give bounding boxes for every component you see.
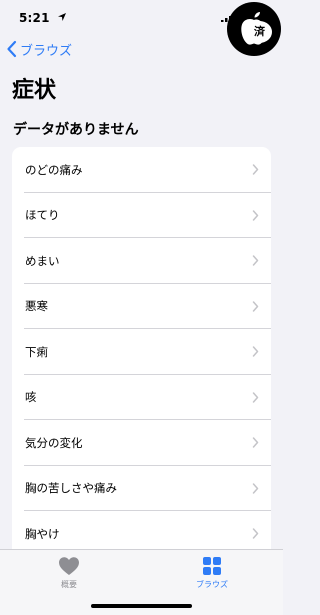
watermark-logo: 済 bbox=[227, 2, 281, 56]
chevron-right-icon bbox=[252, 437, 259, 448]
tab-bar: 概要 ブラウズ bbox=[0, 549, 283, 615]
list-item[interactable]: 下痢 bbox=[12, 329, 271, 375]
grid-icon bbox=[203, 557, 221, 575]
tab-browse[interactable]: ブラウズ bbox=[182, 556, 242, 594]
status-time: 5:21 bbox=[19, 11, 50, 25]
back-label: ブラウズ bbox=[20, 43, 73, 59]
list-item[interactable]: 悪寒 bbox=[12, 284, 271, 330]
chevron-right-icon bbox=[252, 255, 259, 266]
list-item[interactable]: 咳 bbox=[12, 375, 271, 421]
status-bar: 5:21 済 bbox=[0, 0, 283, 56]
watermark-badge: 済 bbox=[247, 21, 272, 43]
chevron-left-icon bbox=[7, 40, 17, 58]
heart-icon bbox=[59, 557, 79, 575]
list-item-label: 咳 bbox=[25, 390, 37, 405]
list-item-label: ほてり bbox=[25, 208, 60, 223]
home-indicator bbox=[91, 604, 192, 608]
list-item-label: 悪寒 bbox=[25, 299, 48, 314]
list-item-label: 下痢 bbox=[25, 344, 48, 359]
chevron-right-icon bbox=[252, 392, 259, 403]
list-item[interactable]: ほてり bbox=[12, 193, 271, 239]
chevron-right-icon bbox=[252, 483, 259, 494]
list-item-label: 胸の苦しさや痛み bbox=[25, 481, 117, 496]
watermark-text: 済 bbox=[254, 25, 265, 38]
symptom-list: のどの痛み ほてり めまい 悪寒 下痢 咳 気分の変化 胸の苦しさや痛み 胸やけ bbox=[12, 147, 271, 567]
chevron-right-icon bbox=[252, 301, 259, 312]
list-item-label: 胸やけ bbox=[25, 526, 60, 541]
tab-summary[interactable]: 概要 bbox=[39, 556, 99, 594]
chevron-right-icon bbox=[252, 346, 259, 357]
list-item-label: 気分の変化 bbox=[25, 435, 83, 450]
section-heading: データがありません bbox=[13, 122, 139, 138]
list-item[interactable]: めまい bbox=[12, 238, 271, 284]
chevron-right-icon bbox=[252, 210, 259, 221]
chevron-right-icon bbox=[252, 164, 259, 175]
chevron-right-icon bbox=[252, 528, 259, 539]
list-item[interactable]: 胸の苦しさや痛み bbox=[12, 466, 271, 512]
location-arrow-icon bbox=[58, 13, 66, 21]
back-button[interactable]: ブラウズ bbox=[6, 38, 72, 60]
list-item-label: めまい bbox=[25, 253, 60, 268]
list-item[interactable]: 気分の変化 bbox=[12, 420, 271, 466]
list-item-label: のどの痛み bbox=[25, 162, 83, 177]
tab-summary-label: 概要 bbox=[61, 580, 77, 589]
page-title: 症状 bbox=[12, 78, 57, 103]
tab-browse-label: ブラウズ bbox=[196, 580, 228, 589]
list-item[interactable]: のどの痛み bbox=[12, 147, 271, 193]
